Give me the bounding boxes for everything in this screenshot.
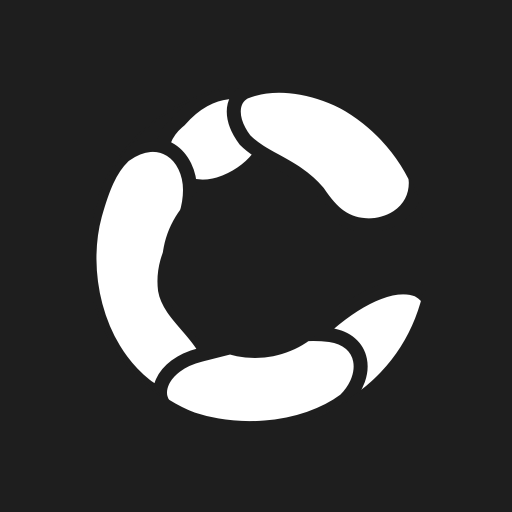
ring-logo-icon [82,78,445,436]
app-icon-background [0,0,512,512]
ring-segment-upper-right [226,78,423,233]
